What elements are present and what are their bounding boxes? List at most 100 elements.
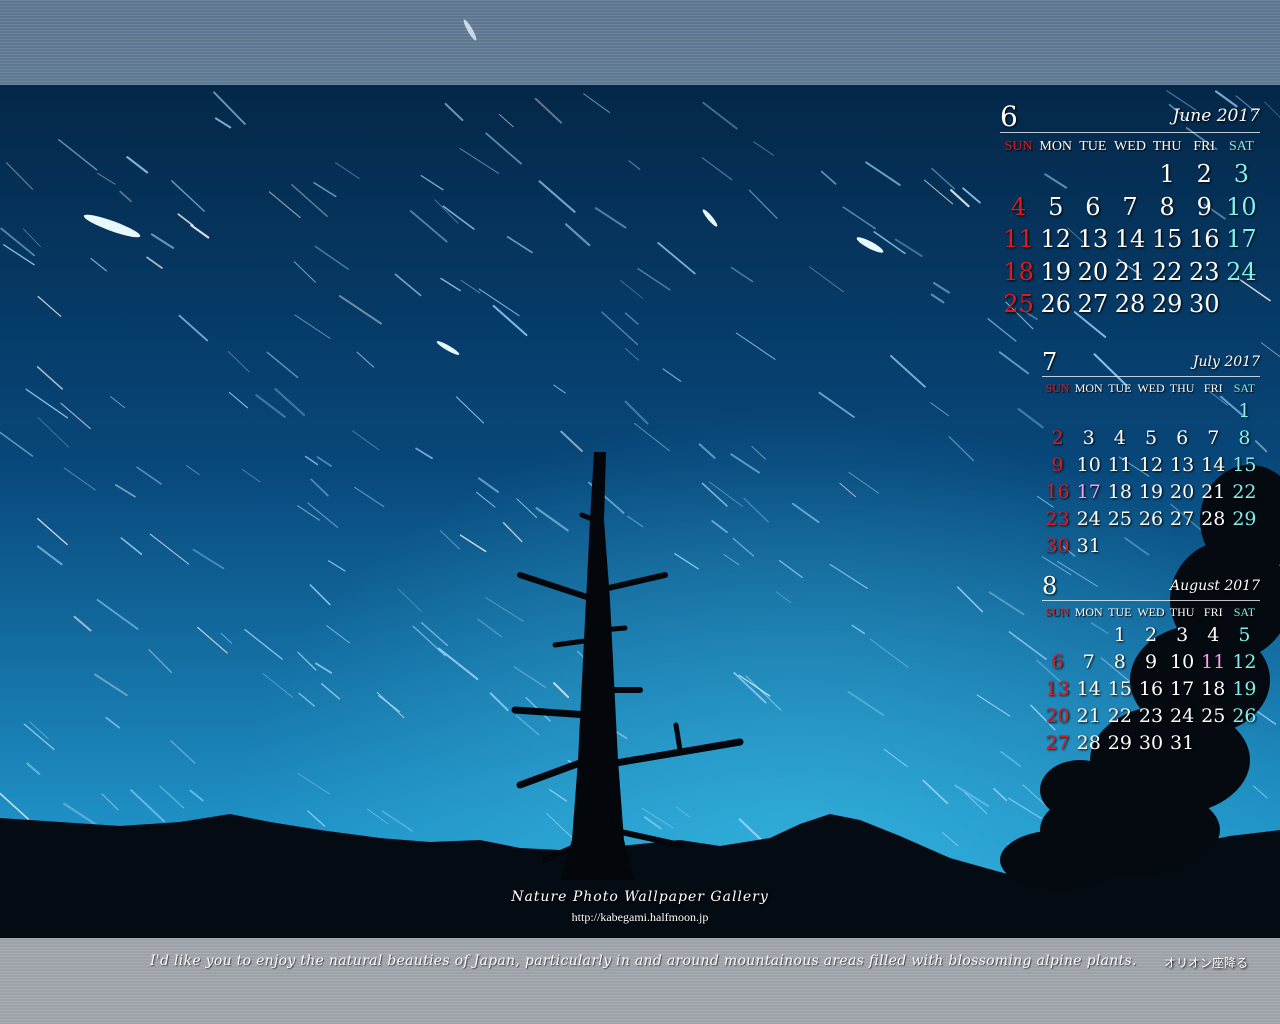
day-cell: 31: [1170, 731, 1195, 754]
day-cell: 15: [1232, 453, 1257, 476]
weekday-sat: SAT: [1228, 139, 1254, 154]
day-cell: 16: [1045, 480, 1070, 503]
day-cell: 13: [1077, 225, 1109, 254]
day-cell: 11: [1003, 225, 1034, 254]
day-cell: 9: [1144, 650, 1158, 673]
weekday-thu: THU: [1169, 604, 1195, 619]
day-cell: 15: [1107, 677, 1132, 700]
weekday-header: SUN MON TUE WED THU FRI SAT: [1042, 379, 1260, 397]
day-cell: 9: [1051, 453, 1064, 476]
day-cell: 12: [1232, 650, 1257, 673]
day-cell: 27: [1045, 731, 1070, 754]
day-cell: 4: [1010, 192, 1027, 221]
day-cell: 6: [1085, 192, 1101, 221]
week-row: 20 21 22 23 24 25 26: [1042, 702, 1260, 729]
weekday-tue: TUE: [1108, 604, 1132, 619]
day-cell: 18: [1003, 257, 1034, 286]
day-cell: 7: [1082, 650, 1095, 673]
empty-day-cell: [1198, 397, 1229, 424]
week-row: 2345678: [1042, 424, 1260, 451]
day-cell: 20: [1045, 704, 1070, 727]
day-cell: 27: [1077, 290, 1109, 319]
empty-day-cell: [1135, 397, 1166, 424]
day-cell: 17: [1076, 480, 1101, 503]
month-name: August 2017: [1170, 578, 1260, 594]
day-cell: 31: [1076, 534, 1101, 557]
day-cell: 24: [1226, 257, 1257, 286]
week-row: 30 31: [1042, 532, 1260, 559]
photo-title: オリオン座降る: [1163, 956, 1248, 970]
day-cell: 8: [1238, 426, 1251, 449]
empty-day-cell: [1198, 729, 1229, 756]
day-cell: 23: [1045, 507, 1070, 530]
day-cell: 10: [1170, 650, 1195, 673]
day-cell: 25: [1107, 507, 1132, 530]
empty-day-cell: [1000, 158, 1037, 191]
day-cell: 28: [1076, 731, 1101, 754]
empty-day-cell: [1073, 621, 1104, 648]
day-cell: 4: [1113, 426, 1126, 449]
day-cell: 8: [1159, 192, 1175, 221]
day-cell: 5: [1144, 426, 1158, 449]
week-row: 23 24 25 26 27 28 29: [1042, 505, 1260, 532]
day-cell: 27: [1170, 507, 1195, 530]
weekday-sun: SUN: [1045, 380, 1070, 395]
day-cell: 25: [1003, 290, 1034, 319]
week-row: 123: [1000, 158, 1260, 191]
day-cell: 18: [1201, 677, 1226, 700]
weekday-wed: WED: [1114, 139, 1146, 154]
empty-day-cell: [1042, 621, 1073, 648]
day-cell: 23: [1138, 704, 1164, 727]
day-cell: 21: [1114, 257, 1146, 286]
week-row: 27 28 29 30 31: [1042, 729, 1260, 756]
day-cell: 23: [1189, 257, 1220, 286]
day-cell: 8: [1113, 650, 1126, 673]
week-row: 16 17 18 19 20 21 22: [1042, 478, 1260, 505]
week-row: 6 7 8 9 10 11 12: [1042, 648, 1260, 675]
day-cell: 14: [1114, 225, 1146, 254]
week-row: 25 26 27 28 29 30: [1000, 288, 1260, 321]
week-row: 13 14 15 16 17 18 19: [1042, 675, 1260, 702]
empty-day-cell: [1167, 397, 1198, 424]
week-row: 18 19 20 21 22 23 24: [1000, 256, 1260, 289]
day-cell: 13: [1170, 453, 1195, 476]
week-row: 12345: [1042, 621, 1260, 648]
day-cell: 5: [1238, 623, 1251, 646]
day-cell: 6: [1176, 426, 1189, 449]
day-cell: 25: [1201, 704, 1226, 727]
month-name: June 2017: [1172, 106, 1260, 126]
day-cell: 1: [1238, 399, 1251, 422]
day-cell: 17: [1226, 225, 1257, 254]
day-cell: 30: [1189, 290, 1220, 319]
day-cell: 2: [1051, 426, 1064, 449]
weekday-fri: FRI: [1193, 139, 1216, 154]
day-cell: 28: [1114, 290, 1146, 319]
empty-day-cell: [1229, 532, 1260, 559]
day-cell: 12: [1138, 453, 1164, 476]
day-cell: 21: [1201, 480, 1226, 503]
weekday-thu: THU: [1152, 139, 1182, 154]
day-cell: 7: [1122, 192, 1138, 221]
day-cell: 20: [1170, 480, 1195, 503]
weekday-thu: THU: [1169, 380, 1195, 395]
month-number: 8: [1042, 572, 1058, 600]
day-cell: 7: [1207, 426, 1220, 449]
day-cell: 21: [1076, 704, 1101, 727]
day-cell: 2: [1196, 160, 1212, 189]
month-divider: [1000, 132, 1260, 133]
day-cell: 29: [1151, 290, 1183, 319]
day-cell: 15: [1151, 225, 1183, 254]
day-cell: 2: [1144, 623, 1158, 646]
day-cell: 11: [1201, 650, 1226, 673]
day-cell: 12: [1040, 225, 1071, 254]
day-cell: 26: [1232, 704, 1257, 727]
day-cell: 14: [1201, 453, 1226, 476]
day-cell: 28: [1201, 507, 1226, 530]
day-cell: 26: [1040, 290, 1071, 319]
day-cell: 18: [1107, 480, 1132, 503]
day-cell: 4: [1207, 623, 1220, 646]
weekday-fri: FRI: [1203, 604, 1223, 619]
gallery-url: http://kabegami.halfmoon.jp: [571, 910, 709, 924]
week-row: 11 12 13 14 15 16 17: [1000, 223, 1260, 256]
empty-day-cell: [1229, 729, 1260, 756]
